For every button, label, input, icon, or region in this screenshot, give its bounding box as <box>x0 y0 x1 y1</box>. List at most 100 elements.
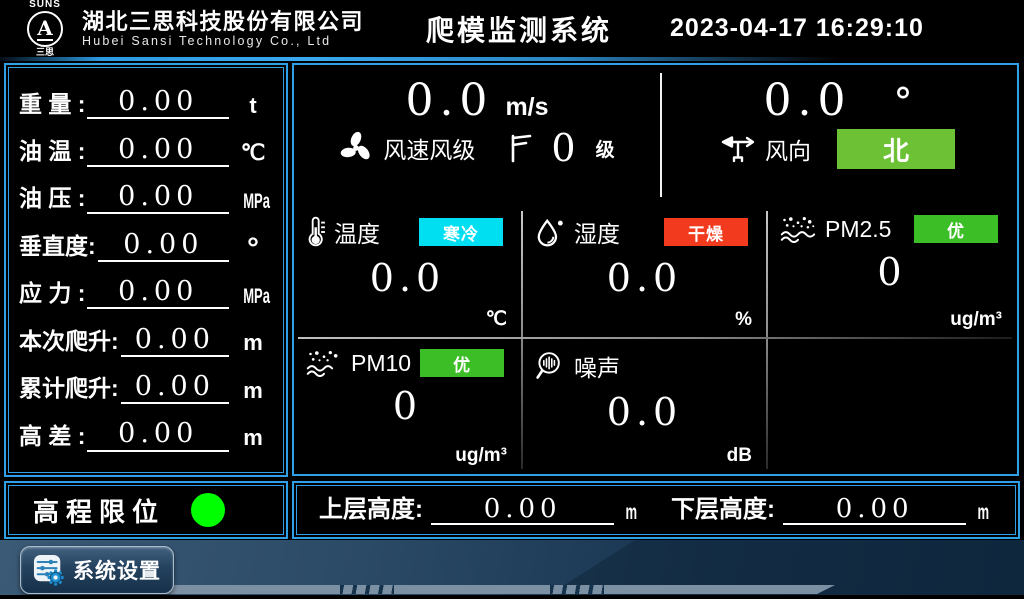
wind-speed-section: 0.0 m/s 风速风级 0 级 <box>294 65 660 205</box>
elevation-limit-status-light <box>191 493 225 527</box>
layer-heights-box: 上层高度: 0.00 m 下层高度: 0.00 m <box>292 481 1020 539</box>
meas-value: 0.00 <box>87 418 229 451</box>
wind-vane-icon <box>721 134 755 164</box>
company-name-en: Hubei Sansi Technology Co., Ltd <box>82 34 364 48</box>
sliders-gear-icon <box>33 554 65 586</box>
meas-label: 油 压 : <box>19 184 85 214</box>
humidity-status-badge: 干燥 <box>664 218 748 246</box>
logo-suns-text: SUNS <box>29 0 61 10</box>
meas-label: 累计爬升: <box>19 374 119 404</box>
humidity-label: 湿度 <box>574 215 620 249</box>
sansi-logo-icon: A <box>27 11 63 47</box>
temperature-status-badge: 寒冷 <box>419 218 503 246</box>
upper-height-group: 上层高度: 0.00 m <box>319 495 641 526</box>
droplet-icon <box>535 217 565 247</box>
meas-value: 0.00 <box>98 229 229 262</box>
climbing-formwork-monitor-screen: SUNS A 三思 湖北三思科技股份有限公司 Hubei Sansi Techn… <box>0 0 1024 599</box>
temperature-cell: 温度 寒冷 0.0 ℃ <box>294 205 521 337</box>
meas-value: 0.00 <box>87 181 229 214</box>
pm10-value: 0 <box>294 387 521 425</box>
meas-unit: MPa <box>243 189 270 214</box>
environment-panel: 0.0 m/s 风速风级 0 级 <box>292 63 1019 476</box>
meas-value: 0.00 <box>87 86 229 119</box>
meas-unit: m <box>235 378 271 404</box>
wind-flag-icon <box>509 133 533 163</box>
meas-unit: m <box>235 330 271 356</box>
header: SUNS A 三思 湖北三思科技股份有限公司 Hubei Sansi Techn… <box>0 0 1024 57</box>
meas-row-height-diff: 高 差 : 0.00 m <box>19 418 271 451</box>
meas-label: 本次爬升: <box>19 327 119 357</box>
wind-direction-value: 0.0 <box>764 79 852 123</box>
dust-icon <box>780 215 816 243</box>
fan-icon <box>339 131 373 165</box>
wind-speed-value: 0.0 <box>405 79 493 123</box>
footer-decor-slashes <box>340 585 394 594</box>
elevation-limit-box: 高程限位 <box>4 481 288 539</box>
pm25-unit: ug/m³ <box>950 309 1002 331</box>
noise-unit: dB <box>727 445 752 467</box>
meas-unit: ° <box>235 235 271 262</box>
meas-value: 0.00 <box>121 324 229 357</box>
pm10-cell: PM10 优 0 ug/m³ <box>294 339 521 473</box>
wind-direction-unit: ° <box>893 91 912 114</box>
meas-label: 应 力 : <box>19 279 85 309</box>
meas-value: 0.00 <box>87 134 229 167</box>
pm25-label: PM2.5 <box>825 216 891 243</box>
footer-bar: 系统设置 <box>0 540 1024 599</box>
wind-speed-unit: m/s <box>505 93 548 122</box>
lower-height-group: 下层高度: 0.00 m <box>671 495 993 526</box>
humidity-unit: % <box>735 309 752 331</box>
meas-label: 油 温 : <box>19 137 85 167</box>
noise-meter-icon <box>535 351 565 381</box>
meas-row-weight: 重 量 : 0.00 t <box>19 86 271 119</box>
pm10-status-badge: 优 <box>420 349 504 377</box>
pm10-label: PM10 <box>351 350 411 377</box>
meas-label: 垂直度: <box>19 232 96 262</box>
measurements-sidebar: 重 量 : 0.00 t 油 温 : 0.00 ℃ 油 压 : 0.00 MPa… <box>4 63 288 477</box>
lower-height-unit: m <box>978 501 990 525</box>
meas-row-current-climb: 本次爬升: 0.00 m <box>19 324 271 357</box>
dust-icon <box>306 349 342 377</box>
system-settings-button[interactable]: 系统设置 <box>20 546 174 594</box>
company-logo: SUNS A 三思 <box>16 0 74 57</box>
thermometer-icon <box>306 216 325 248</box>
footer-decor-stripe <box>60 585 835 594</box>
wind-direction-compass-badge: 北 <box>837 129 955 169</box>
page-title: 爬模监测系统 <box>426 9 612 49</box>
temperature-label: 温度 <box>334 215 380 249</box>
datetime-display: 2023-04-17 16:29:10 <box>670 14 924 43</box>
footer-decor-slashes <box>550 585 604 594</box>
lower-height-value: 0.00 <box>783 495 966 526</box>
logo-sub-text: 三思 <box>36 48 54 57</box>
meas-unit: ℃ <box>235 140 271 166</box>
wind-speed-label: 风速风级 <box>383 131 475 165</box>
lower-height-label: 下层高度: <box>671 495 775 525</box>
meas-row-stress: 应 力 : 0.00 MPa <box>19 276 271 309</box>
elevation-limit-label: 高程限位 <box>33 492 165 529</box>
wind-direction-label: 风向 <box>765 132 811 166</box>
wind-level-unit: 级 <box>596 135 615 162</box>
pm25-cell: PM2.5 优 0 ug/m³ <box>768 205 1016 337</box>
footer-base-line <box>0 595 1024 599</box>
noise-cell: 噪声 0.0 dB <box>523 339 766 473</box>
wind-level-value: 0 <box>551 129 577 167</box>
upper-height-unit: m <box>626 501 638 525</box>
company-name: 湖北三思科技股份有限公司 Hubei Sansi Technology Co.,… <box>82 9 364 49</box>
meas-value: 0.00 <box>121 371 229 404</box>
meas-row-oil-temp: 油 温 : 0.00 ℃ <box>19 134 271 167</box>
humidity-value: 0.0 <box>523 259 766 297</box>
header-divider <box>0 57 1024 61</box>
meas-unit: MPa <box>243 284 270 309</box>
temperature-value: 0.0 <box>294 259 521 297</box>
humidity-cell: 湿度 干燥 0.0 % <box>523 205 766 337</box>
meas-unit: m <box>235 425 271 451</box>
meas-label: 重 量 : <box>19 90 85 120</box>
wind-direction-section: 0.0 ° 风向 北 <box>662 65 1014 205</box>
upper-height-value: 0.00 <box>431 495 614 526</box>
meas-row-verticality: 垂直度: 0.00 ° <box>19 229 271 262</box>
noise-label: 噪声 <box>574 349 620 383</box>
meas-row-oil-pressure: 油 压 : 0.00 MPa <box>19 181 271 214</box>
meas-row-total-climb: 累计爬升: 0.00 m <box>19 371 271 404</box>
meas-unit: t <box>235 93 271 119</box>
company-name-cn: 湖北三思科技股份有限公司 <box>82 9 364 34</box>
